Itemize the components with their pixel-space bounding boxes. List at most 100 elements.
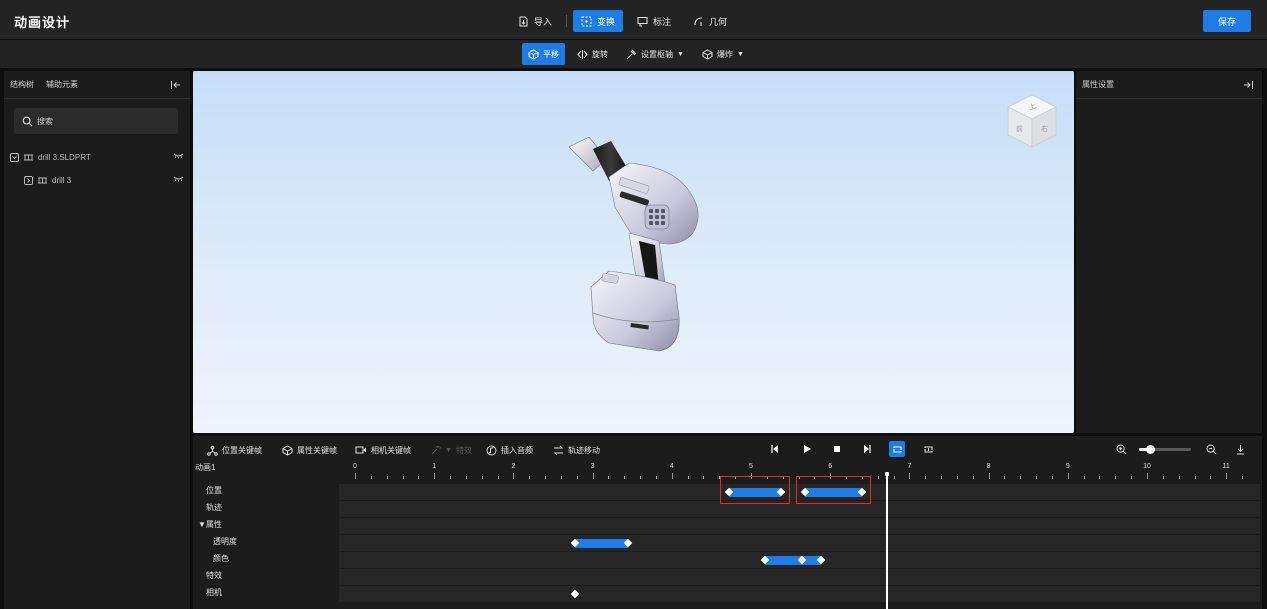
zoom-out-icon [1206, 444, 1216, 454]
zoom-slider[interactable] [1139, 445, 1191, 454]
camera-keyframe-label: 相机关键帧 [371, 445, 411, 455]
explode-tool-label: 爆炸 [716, 49, 733, 59]
ruler-tick [1067, 473, 1069, 479]
zoom-out-button[interactable] [1203, 441, 1219, 457]
export-button[interactable] [1232, 441, 1248, 457]
prev-frame-button[interactable] [767, 441, 783, 457]
collapse-right-icon[interactable] [1242, 79, 1254, 91]
ruler-tick [529, 476, 531, 479]
visibility-eye-icon[interactable] [173, 176, 184, 182]
ruler-tick [497, 476, 499, 479]
rotate-tool[interactable]: 旋转 [571, 43, 614, 65]
tab-transform-label: 变换 [597, 16, 616, 27]
main-tabs: 导入 变换 标注 几何 [510, 10, 735, 32]
keyframe-bar[interactable] [804, 487, 862, 497]
insert-audio-button[interactable]: 插入音频 [486, 443, 533, 457]
property-keyframe-button[interactable]: 属性关键帧 [282, 443, 337, 457]
stop-button[interactable] [829, 441, 845, 457]
tree-item[interactable]: drill 3 [24, 173, 186, 187]
repeat-icon [923, 445, 933, 453]
zoom-slider-handle[interactable] [1146, 445, 1155, 454]
track-row[interactable] [339, 569, 1260, 585]
track-label-camera[interactable]: 相机 [206, 587, 222, 598]
sub-toolbar: 平移 旋转 设置枢轴 ▼ 爆炸 ▼ [0, 40, 1267, 69]
expand-toggle-icon[interactable] [24, 175, 33, 185]
caret-down-icon: ▼ [677, 50, 684, 58]
move-tool[interactable]: 平移 [522, 43, 565, 65]
tree-item[interactable]: drill 3.SLDPRT [10, 150, 186, 164]
svg-text:前: 前 [1016, 124, 1023, 133]
ruler-label: 10 [1143, 463, 1151, 470]
app-title: 动画设计 [14, 15, 71, 30]
tab-separator [566, 15, 568, 27]
ruler-tick [972, 476, 974, 479]
rotate-icon [577, 49, 588, 59]
track-move-button[interactable]: 轨迹移动 [553, 443, 600, 457]
zoom-in-button[interactable] [1113, 441, 1129, 457]
3d-viewport[interactable]: 上 前 右 [193, 71, 1074, 433]
move-tool-label: 平移 [543, 49, 559, 59]
keyframe-bar[interactable] [728, 487, 782, 497]
view-cube-icon[interactable]: 上 前 右 [1004, 91, 1060, 151]
ruler-label: 3 [590, 463, 595, 470]
explode-tool[interactable]: 爆炸 ▼ [696, 43, 750, 65]
position-keyframe-button[interactable]: 位置关键帧 [207, 443, 262, 457]
camera-keyframe-icon [355, 446, 366, 454]
track-label-color[interactable]: 颜色 [213, 553, 229, 564]
track-row[interactable] [339, 518, 1260, 534]
step-forward-icon [864, 445, 871, 453]
ruler-label: 8 [986, 463, 991, 470]
tab-annotate[interactable]: 标注 [629, 10, 679, 32]
playhead[interactable] [885, 472, 888, 609]
track-label-opacity[interactable]: 透明度 [213, 536, 237, 547]
track-label-effects[interactable]: 特效 [206, 570, 222, 581]
tree-item-label: drill 3 [52, 175, 72, 185]
track-label-properties[interactable]: ▼属性 [198, 519, 222, 530]
save-button[interactable]: 保存 [1203, 10, 1251, 32]
loop-button[interactable] [889, 441, 905, 457]
play-button[interactable] [799, 441, 815, 457]
ruler-label: 9 [1065, 463, 1070, 470]
track-label-trajectory[interactable]: 轨迹 [206, 502, 222, 513]
ruler-tick [909, 473, 911, 479]
search-input[interactable] [37, 116, 167, 126]
track-move-label: 轨迹移动 [568, 445, 600, 455]
tab-import[interactable]: 导入 [510, 10, 560, 32]
search-box [14, 108, 178, 134]
next-frame-button[interactable] [859, 441, 875, 457]
drill-model[interactable] [563, 137, 713, 367]
tab-helper-elements[interactable]: 辅助元素 [46, 79, 78, 90]
camera-keyframe-button[interactable]: 相机关键帧 [355, 443, 411, 457]
visibility-eye-icon[interactable] [173, 153, 184, 159]
geometry-icon [694, 16, 703, 26]
tab-transform[interactable]: 变换 [573, 10, 624, 32]
ruler-tick [434, 473, 436, 479]
effects-button[interactable]: ▼ 特效 [430, 443, 472, 457]
properties-header: 属性设置 [1076, 71, 1262, 99]
collapse-left-icon[interactable] [170, 79, 182, 91]
repeat-once-button[interactable] [920, 441, 936, 457]
annotate-icon [637, 16, 648, 26]
top-header: 动画设计 导入 变换 标注 几何 保存 [0, 0, 1267, 40]
playhead-handle[interactable] [884, 472, 889, 476]
track-row[interactable] [339, 535, 1260, 551]
properties-panel: 属性设置 [1076, 71, 1262, 433]
structure-panel: 结构树 辅助元素 drill 3.SLDPRT drill 3 [4, 71, 190, 609]
track-row[interactable] [339, 586, 1260, 602]
property-keyframe-icon [282, 444, 293, 456]
ruler-tick [956, 476, 958, 479]
keyframe-bar[interactable] [575, 538, 629, 548]
pivot-tool[interactable]: 设置枢轴 ▼ [620, 43, 690, 65]
position-keyframe-label: 位置关键帧 [222, 445, 262, 455]
tab-geometry-label: 几何 [709, 16, 728, 27]
pivot-icon [626, 49, 637, 59]
track-label-position[interactable]: 位置 [206, 485, 222, 496]
keyframe-bar[interactable] [765, 555, 821, 565]
ruler-tick [624, 476, 626, 479]
ruler-tick [1242, 476, 1244, 479]
expand-toggle-icon[interactable] [10, 152, 19, 162]
tab-structure-tree[interactable]: 结构树 [10, 79, 34, 90]
tab-geometry[interactable]: 几何 [685, 10, 735, 32]
position-keyframe-icon [207, 445, 218, 456]
track-area[interactable] [339, 476, 1260, 609]
